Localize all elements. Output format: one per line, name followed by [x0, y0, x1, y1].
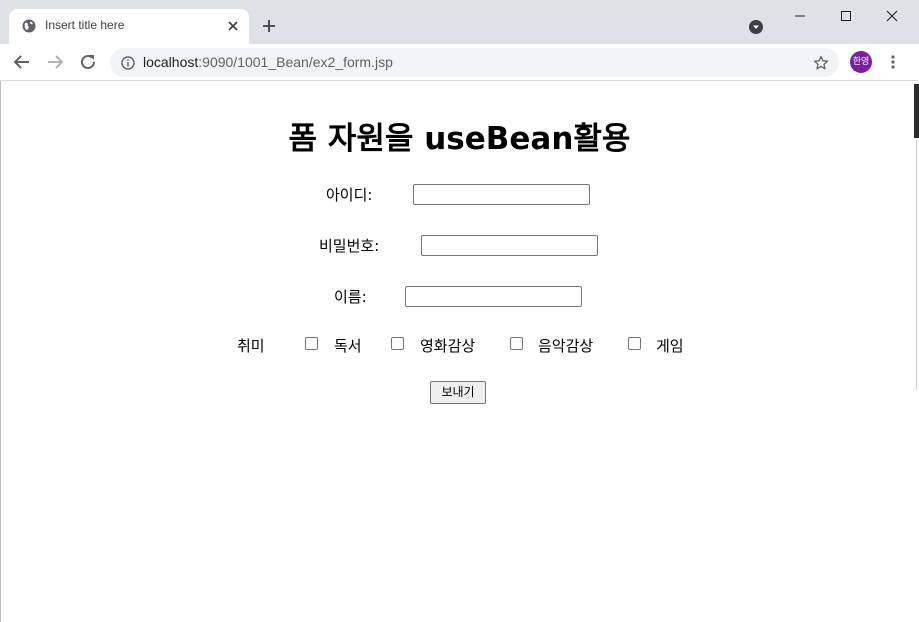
address-bar[interactable]: localhost:9090/1001_Bean/ex2_form.jsp — [110, 48, 839, 77]
hobby-checkbox-movies[interactable] — [391, 337, 404, 350]
submit-button[interactable]: 보내기 — [430, 381, 486, 404]
name-label: 이름: — [334, 288, 367, 306]
url-path: :9090/1001_Bean/ex2_form.jsp — [198, 54, 393, 70]
back-arrow-icon[interactable] — [13, 53, 31, 71]
page-title: 폼 자원을 useBean활용 — [288, 121, 631, 157]
hobby-checkbox-reading[interactable] — [305, 337, 318, 350]
window-close-icon[interactable] — [869, 4, 915, 28]
globe-icon — [22, 19, 36, 33]
hobby-label: 취미 — [237, 337, 265, 355]
password-label: 비밀번호: — [319, 237, 380, 255]
hobby-option-games: 게임 — [656, 337, 684, 355]
close-tab-icon[interactable] — [227, 20, 239, 32]
url-text[interactable]: localhost:9090/1001_Bean/ex2_form.jsp — [143, 54, 393, 70]
profile-avatar[interactable]: 한영 — [850, 51, 872, 73]
tab-search-icon[interactable] — [748, 19, 764, 35]
password-input[interactable] — [421, 235, 598, 256]
reload-icon[interactable] — [79, 53, 97, 71]
bookmark-star-icon[interactable] — [813, 55, 829, 71]
more-menu-icon[interactable] — [889, 54, 897, 70]
hobby-checkbox-music[interactable] — [510, 337, 523, 350]
browser-toolbar: localhost:9090/1001_Bean/ex2_form.jsp 한영 — [0, 44, 919, 81]
hobby-option-music: 음악감상 — [538, 337, 594, 355]
id-label: 아이디: — [326, 186, 373, 204]
forward-arrow-icon[interactable] — [46, 53, 64, 71]
tab-strip: Insert title here — [0, 0, 919, 44]
name-input[interactable] — [405, 286, 582, 307]
url-host: localhost — [143, 54, 199, 70]
browser-tab[interactable]: Insert title here — [9, 9, 249, 44]
hobby-option-reading: 독서 — [334, 337, 362, 355]
info-icon[interactable] — [121, 56, 135, 70]
hobby-option-movies: 영화감상 — [420, 337, 476, 355]
id-input[interactable] — [413, 184, 590, 205]
window-border — [0, 81, 1, 622]
hobby-checkbox-games[interactable] — [628, 337, 641, 350]
maximize-icon[interactable] — [823, 4, 869, 28]
tab-title: Insert title here — [45, 18, 125, 32]
minimize-icon[interactable] — [777, 4, 823, 28]
new-tab-icon[interactable] — [262, 19, 276, 33]
